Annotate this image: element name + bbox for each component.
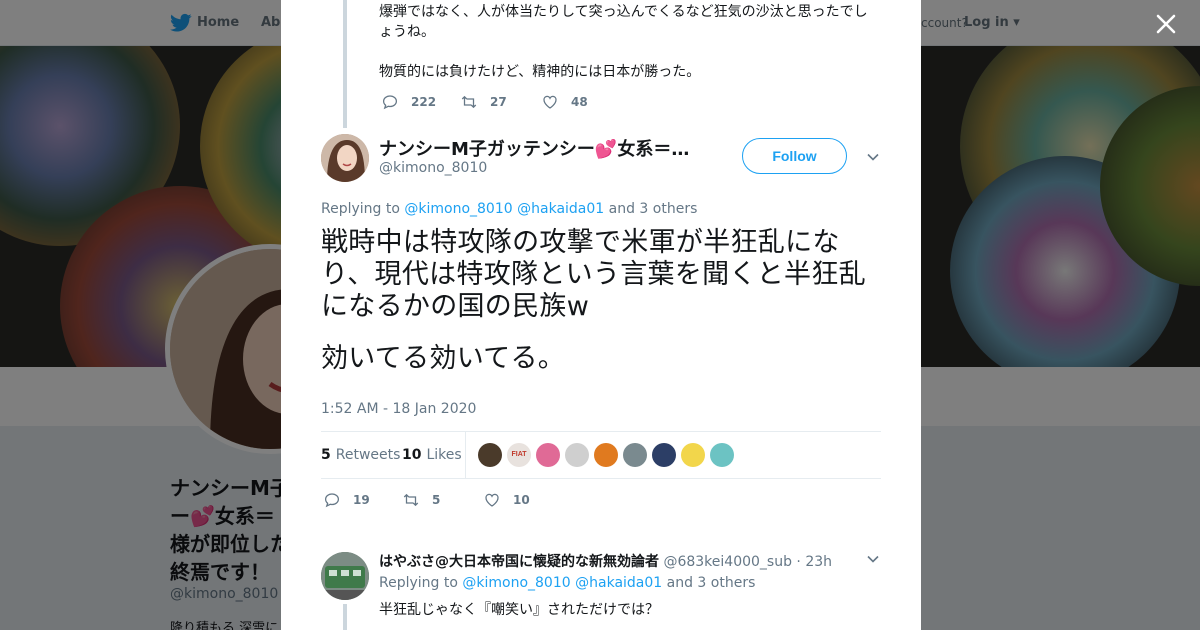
retweet-icon: [461, 95, 477, 109]
retweet-count: 5: [432, 493, 441, 507]
tweet-timestamp[interactable]: 1:52 AM - 18 Jan 2020: [321, 401, 476, 417]
tweet-permalink-modal: 爆弾ではなく、人が体当たりして突っ込んでくるなど狂気の沙汰と思ったでし ょうね。…: [281, 0, 921, 630]
liker-avatar[interactable]: [710, 443, 734, 467]
reply-author-avatar[interactable]: [321, 552, 369, 600]
reply-author[interactable]: はやぶさ@大日本帝国に懐疑的な新無効論者 @683kei4000_sub · 2…: [379, 551, 832, 571]
liker-avatar[interactable]: [623, 443, 647, 467]
previous-tweet-text-2: 物質的には負けたけど、精神的には日本が勝った。: [379, 64, 701, 80]
tweet-text-line: 戦時中は特攻隊の攻撃で米軍が半狂乱にな: [321, 227, 840, 258]
author-avatar[interactable]: [321, 134, 369, 182]
chevron-down-icon[interactable]: [866, 552, 880, 566]
replying-suffix[interactable]: and 3 others: [667, 575, 756, 591]
retweet-count: 27: [490, 95, 507, 109]
reply-count: 222: [411, 95, 437, 109]
avatar-photo: [321, 552, 369, 600]
thread-line: [343, 604, 347, 630]
replying-prefix: Replying to: [321, 201, 400, 217]
like-count: 10: [513, 493, 530, 507]
previous-tweet-line: ょうね。: [379, 24, 435, 40]
replying-user-link[interactable]: @hakaida01: [517, 201, 604, 217]
tweet-text-line: になるかの国の民族w: [321, 291, 590, 322]
retweet-action[interactable]: 5: [402, 491, 440, 509]
liker-avatar[interactable]: [478, 443, 502, 467]
author-handle[interactable]: @kimono_8010: [379, 160, 487, 176]
liker-avatar[interactable]: [565, 443, 589, 467]
tweet-stats: 5 Retweets 10 Likes FIAT: [321, 431, 881, 479]
stats-divider: [465, 432, 466, 478]
retweet-icon: [403, 493, 419, 507]
reply-icon: [324, 493, 340, 508]
avatar-photo: [321, 134, 369, 182]
reply-tweet-text: 半狂乱じゃなく『嘲笑い』されただけでは？: [379, 602, 659, 618]
previous-tweet-text: 爆弾ではなく、人が体当たりして突っ込んでくるなど狂気の沙汰と思ったでし ょうね。: [379, 2, 879, 42]
follow-button[interactable]: Follow: [742, 138, 847, 174]
like-action[interactable]: 48: [541, 93, 588, 111]
reply-author-handle: @683kei4000_sub: [663, 554, 792, 570]
previous-tweet-line: 爆弾ではなく、人が体当たりして突っ込んでくるなど狂気の沙汰と思ったでし: [379, 4, 868, 20]
liker-avatar[interactable]: [652, 443, 676, 467]
reply-action[interactable]: 222: [381, 93, 436, 111]
reply-author-name: はやぶさ@大日本帝国に懐疑的な新無効論者: [379, 554, 659, 570]
close-icon[interactable]: [1155, 13, 1177, 35]
replying-to: Replying to @kimono_8010 @hakaida01 and …: [321, 201, 697, 217]
replying-prefix: Replying to: [379, 575, 458, 591]
liker-avatar[interactable]: [594, 443, 618, 467]
retweets-count: 5: [321, 447, 331, 463]
likes-count: 10: [402, 447, 422, 463]
replying-user-link[interactable]: @kimono_8010: [404, 201, 512, 217]
tweet-text-line: り、現代は特攻隊という言葉を聞くと半狂乱: [321, 259, 866, 290]
liker-avatar[interactable]: [536, 443, 560, 467]
like-icon: [485, 493, 499, 507]
like-icon: [543, 95, 557, 109]
liker-avatar-label: FIAT: [511, 451, 527, 458]
reply-count: 19: [353, 493, 370, 507]
likes-stat[interactable]: 10 Likes: [402, 447, 462, 463]
chevron-down-icon[interactable]: [866, 150, 880, 164]
retweet-action[interactable]: 27: [460, 93, 507, 111]
like-action[interactable]: 10: [483, 491, 530, 509]
retweets-label: Retweets: [335, 447, 401, 463]
likes-label: Likes: [426, 447, 462, 463]
tweet-text-line: 効いてる効いてる。: [321, 343, 566, 374]
thread-line: [343, 0, 347, 128]
liker-avatar[interactable]: [681, 443, 705, 467]
replying-user-link[interactable]: @hakaida01: [575, 575, 662, 591]
reply-replying-to: Replying to @kimono_8010 @hakaida01 and …: [379, 575, 755, 591]
author-fullname[interactable]: ナンシーM子ガッテンシー💕女系＝…: [379, 135, 699, 161]
retweets-stat[interactable]: 5 Retweets: [321, 447, 400, 463]
reply-action[interactable]: 19: [323, 491, 370, 509]
like-count: 48: [571, 95, 588, 109]
liker-avatar[interactable]: FIAT: [507, 443, 531, 467]
reply-time[interactable]: · 23h: [796, 554, 832, 570]
tweet-text: 戦時中は特攻隊の攻撃で米軍が半狂乱にな り、現代は特攻隊という言葉を聞くと半狂乱…: [321, 227, 881, 375]
replying-user-link[interactable]: @kimono_8010: [462, 575, 570, 591]
replying-suffix[interactable]: and 3 others: [609, 201, 698, 217]
reply-icon: [382, 95, 398, 110]
